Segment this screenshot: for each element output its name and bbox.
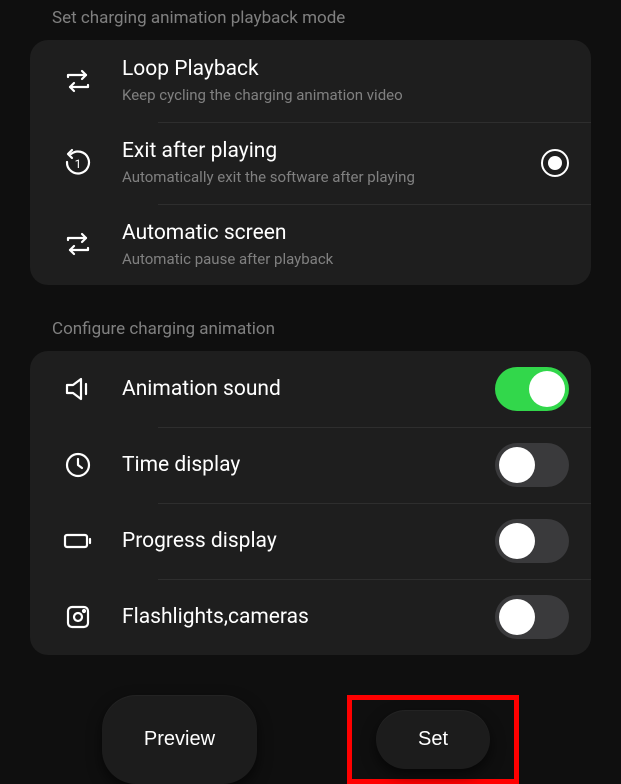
option-subtitle: Automatic pause after playback <box>122 250 569 270</box>
configure-card: Animation sound Time display Progress di… <box>30 351 591 655</box>
svg-text:1: 1 <box>75 157 82 171</box>
playback-mode-card: Loop Playback Keep cycling the charging … <box>30 40 591 285</box>
configure-header: Configure charging animation <box>30 311 591 351</box>
loop-icon <box>52 69 104 93</box>
toggle-title: Progress display <box>122 528 495 554</box>
option-automatic-screen[interactable]: Automatic screen Automatic pause after p… <box>30 204 591 286</box>
option-loop-playback[interactable]: Loop Playback Keep cycling the charging … <box>30 40 591 122</box>
toggle-switch[interactable] <box>495 367 569 411</box>
toggle-progress-display: Progress display <box>30 503 591 579</box>
option-exit-after-playing[interactable]: 1 Exit after playing Automatically exit … <box>30 122 591 204</box>
option-title: Automatic screen <box>122 220 569 246</box>
option-title: Exit after playing <box>122 138 541 164</box>
option-subtitle: Keep cycling the charging animation vide… <box>122 86 569 106</box>
option-title: Loop Playback <box>122 56 569 82</box>
toggle-switch[interactable] <box>495 595 569 639</box>
toggle-title: Time display <box>122 452 495 478</box>
toggle-switch[interactable] <box>495 519 569 563</box>
radio-selected[interactable] <box>541 149 569 177</box>
play-once-icon: 1 <box>52 148 104 178</box>
playback-mode-header: Set charging animation playback mode <box>30 0 591 40</box>
toggle-title: Animation sound <box>122 376 495 402</box>
toggle-flashlights-cameras: Flashlights,cameras <box>30 579 591 655</box>
toggle-animation-sound: Animation sound <box>30 351 591 427</box>
toggle-title: Flashlights,cameras <box>122 604 495 630</box>
camera-icon <box>52 604 104 630</box>
clock-icon <box>52 452 104 478</box>
sound-icon <box>52 376 104 402</box>
loop-icon <box>52 232 104 256</box>
toggle-switch[interactable] <box>495 443 569 487</box>
battery-icon <box>52 532 104 550</box>
option-subtitle: Automatically exit the software after pl… <box>122 168 541 188</box>
toggle-time-display: Time display <box>30 427 591 503</box>
